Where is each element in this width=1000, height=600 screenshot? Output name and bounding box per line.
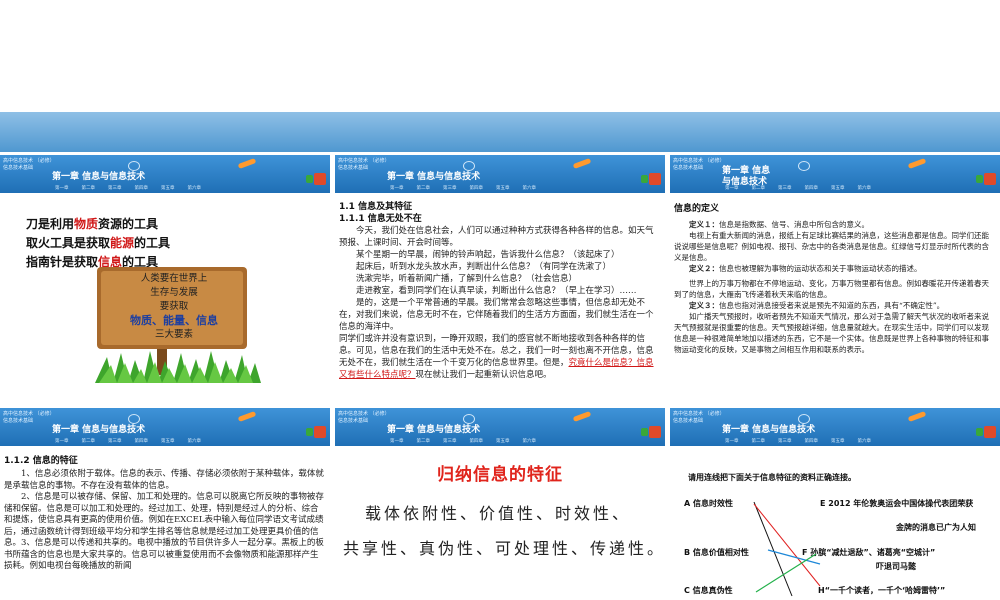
corner-logo-icon	[641, 173, 661, 185]
pencil-icon	[572, 411, 592, 422]
tab-chapter-6[interactable]: 第六章	[188, 438, 202, 444]
tab-chapter-5[interactable]: 第五章	[161, 185, 175, 191]
tab-chapter-4[interactable]: 第四章	[805, 185, 819, 191]
tab-chapter-1[interactable]: 第一章	[55, 185, 69, 191]
slide-2[interactable]: 高中信息技术 （必修） 信息技术基础 第一章 信息与信息技术 第一章 第二章 第三…	[335, 155, 665, 383]
tab-chapter-6[interactable]: 第六章	[523, 185, 537, 191]
paragraph: 洗漱完毕，听着新闻广播，了解到什么信息？（社会信息）	[356, 274, 578, 284]
slide-body: 信息的定义 定义１：信息是指数据、信号、消息中所包含的意义。 电视上有重大新闻的…	[674, 203, 996, 381]
tab-chapter-1[interactable]: 第一章	[55, 438, 69, 444]
paragraph: 如广播天气预报时，收听者预先不知道天气情况，那么对于急需了解天气状况的收听者来说…	[674, 312, 989, 354]
paragraph: 2、信息是可以被存储、保留、加工和处理的。信息可以脱离它所反映的事物被存储和保留…	[4, 492, 324, 571]
slide-6[interactable]: 高中信息技术 （必修） 信息技术基础 第一章 信息与信息技术 第一章 第二章 第三…	[670, 408, 1000, 600]
bubble-icon	[798, 161, 810, 171]
slide-header: 高中信息技术 （必修） 信息技术基础 第一章 信息与信息技术 第一章 第二章 第三…	[335, 408, 665, 446]
chapter-title: 第一章 信息与信息技术	[52, 425, 146, 435]
definition-1: 定义１：信息是指数据、信号、消息中所包含的意义。	[689, 220, 869, 229]
tab-chapter-1[interactable]: 第一章	[390, 185, 404, 191]
tab-chapter-5[interactable]: 第五章	[161, 438, 175, 444]
pencil-icon	[237, 158, 257, 169]
tab-chapter-5[interactable]: 第五章	[496, 185, 510, 191]
definition-title: 信息的定义	[674, 204, 720, 214]
chapter-tabs: 第一章 第二章 第三章 第四章 第五章 第六章	[390, 438, 536, 444]
tab-chapter-4[interactable]: 第四章	[470, 185, 484, 191]
chapter-title: 第一章 信息与信息技术	[387, 425, 481, 435]
paragraph: 走进教室，看到同学们在认真早读，判断出什么信息？（早上在学习）……	[356, 286, 637, 296]
tab-chapter-2[interactable]: 第二章	[752, 185, 766, 191]
corner-logo-icon	[306, 426, 326, 438]
tool-line-1: 刀是利用物质资源的工具	[26, 217, 159, 231]
tab-chapter-1[interactable]: 第一章	[725, 185, 739, 191]
paragraph: 世界上的万事万物都在不停地运动、变化，万事万物里都有信息。例如春暖花开传递着春天…	[674, 279, 989, 299]
paragraph: 同学们或许并没有意识到，一睁开双眼，我们的感官就不断地接收到各种各样的信息。可见…	[339, 334, 654, 380]
summary-line-2: 共享性、真伪性、可处理性、传递性。	[343, 539, 665, 558]
tab-chapter-2[interactable]: 第二章	[82, 438, 96, 444]
slide-header: 高中信息技术 （必修） 信息技术基础 第一章 信息与信息技术 第一章 第二章 第三…	[670, 155, 1000, 193]
subsection-heading: 1.1.1 信息无处不在	[339, 214, 422, 224]
line-c-to-f	[755, 553, 817, 593]
tab-chapter-4[interactable]: 第四章	[470, 438, 484, 444]
chapter-title: 第一章 信息与信息技术	[387, 172, 481, 182]
tab-chapter-2[interactable]: 第二章	[82, 185, 96, 191]
brand-label: 高中信息技术 （必修） 信息技术基础	[3, 411, 55, 424]
slide-1[interactable]: 高中信息技术 （必修） 信息技术基础 第一章 信息与信息技术 第一章 第二章 第三…	[0, 155, 330, 383]
tab-chapter-1[interactable]: 第一章	[390, 438, 404, 444]
summary-line-1: 载体依附性、价值性、时效性、	[365, 504, 632, 523]
brand-label: 高中信息技术 （必修） 信息技术基础	[338, 411, 390, 424]
paragraph: 1、信息必须依附于载体。信息的表示、传播、存储必须依附于某种载体，载体就是承载信…	[4, 469, 324, 491]
definition-3: 定义３：信息也指对消息接受者来说是预先不知道的东西，具有“不确定性”。	[689, 301, 945, 310]
tab-chapter-2[interactable]: 第二章	[417, 185, 431, 191]
chapter-tabs: 第一章 第二章 第三章 第四章 第五章 第六章	[725, 185, 871, 191]
tab-chapter-6[interactable]: 第六章	[188, 185, 202, 191]
top-banner	[0, 112, 1000, 152]
tab-chapter-3[interactable]: 第三章	[108, 438, 122, 444]
brand-label: 高中信息技术 （必修） 信息技术基础	[3, 158, 55, 171]
tab-chapter-5[interactable]: 第五章	[831, 185, 845, 191]
tab-chapter-4[interactable]: 第四章	[135, 185, 149, 191]
corner-logo-icon	[306, 173, 326, 185]
tab-chapter-3[interactable]: 第三章	[443, 185, 457, 191]
tab-chapter-3[interactable]: 第三章	[108, 185, 122, 191]
tab-chapter-6[interactable]: 第六章	[523, 438, 537, 444]
subsection-heading: 1.1.2 信息的特征	[4, 456, 78, 466]
tool-line-2: 取火工具是获取能源的工具	[26, 236, 171, 250]
slide-header: 高中信息技术 （必修） 信息技术基础 第一章 信息与信息技术 第一章 第二章 第三…	[0, 155, 330, 193]
tool-lines: 刀是利用物质资源的工具 取火工具是获取能源的工具 指南针是获取信息的工具	[26, 215, 170, 272]
brand-label: 高中信息技术 （必修） 信息技术基础	[673, 158, 725, 171]
slide-header: 高中信息技术 （必修） 信息技术基础 第一章 信息与信息技术 第一章 第二章 第三…	[335, 155, 665, 193]
slide-header: 高中信息技术 （必修） 信息技术基础 第一章 信息与信息技术 第一章 第二章 第三…	[0, 408, 330, 446]
slide-4[interactable]: 高中信息技术 （必修） 信息技术基础 第一章 信息与信息技术 第一章 第二章 第三…	[0, 408, 330, 600]
matching-lines	[753, 501, 821, 597]
slide-5[interactable]: 高中信息技术 （必修） 信息技术基础 第一章 信息与信息技术 第一章 第二章 第三…	[335, 408, 665, 600]
slide-body: 1.1.2 信息的特征 1、信息必须依附于载体。信息的表示、传播、存储必须依附于…	[4, 455, 326, 598]
pencil-icon	[237, 411, 257, 422]
summary-title: 归纳信息的特征	[437, 465, 563, 485]
tab-chapter-4[interactable]: 第四章	[135, 438, 149, 444]
section-heading: 1.1 信息及其特征	[339, 202, 413, 212]
slide-3[interactable]: 高中信息技术 （必修） 信息技术基础 第一章 信息与信息技术 第一章 第二章 第三…	[670, 155, 1000, 383]
chapter-title: 第一章 信息与信息技术	[52, 172, 146, 182]
corner-logo-icon	[976, 173, 996, 185]
tab-chapter-3[interactable]: 第三章	[443, 438, 457, 444]
pencil-icon	[572, 158, 592, 169]
chapter-tabs: 第一章 第二章 第三章 第四章 第五章 第六章	[55, 185, 201, 191]
brand-label: 高中信息技术 （必修） 信息技术基础	[338, 158, 390, 171]
sign-text: 人类要在世界上 生存与发展 要获取 物质、能量、信息 三大要素	[130, 273, 218, 340]
chapter-tabs: 第一章 第二章 第三章 第四章 第五章 第六章	[390, 185, 536, 191]
paragraph: 电视上有重大新闻的消息，报纸上有足球比赛结果的消息，这些消息都是信息。同学们还能…	[674, 231, 989, 262]
chapter-tabs: 第一章 第二章 第三章 第四章 第五章 第六章	[55, 438, 201, 444]
tab-chapter-2[interactable]: 第二章	[417, 438, 431, 444]
paragraph: 某个星期一的早晨，闹钟的铃声响起，告诉我什么信息？（该起床了）	[356, 250, 620, 260]
line-a-red	[753, 503, 821, 587]
tab-chapter-6[interactable]: 第六章	[858, 185, 872, 191]
pencil-icon	[907, 158, 927, 169]
corner-logo-icon	[641, 426, 661, 438]
paragraph: 起床后，听到水龙头放水声，判断出什么信息？（有同学在洗漱了）	[356, 262, 612, 272]
slide-body: 1.1 信息及其特征 1.1.1 信息无处不在 今天，我们处在信息社会，人们可以…	[339, 201, 661, 381]
tab-chapter-5[interactable]: 第五章	[496, 438, 510, 444]
paragraph: 是的，这是一个平常普通的早晨。我们常常会忽略这些事情，但信息却无处不在，对我们来…	[339, 298, 654, 332]
definition-2: 定义２：信息也被理解为事物的运动状态和关于事物运动状态的描述。	[689, 264, 922, 273]
paragraph: 今天，我们处在信息社会，人们可以通过种种方式获得各种各样的信息。如天气预报、上课…	[339, 226, 654, 248]
tab-chapter-3[interactable]: 第三章	[778, 185, 792, 191]
